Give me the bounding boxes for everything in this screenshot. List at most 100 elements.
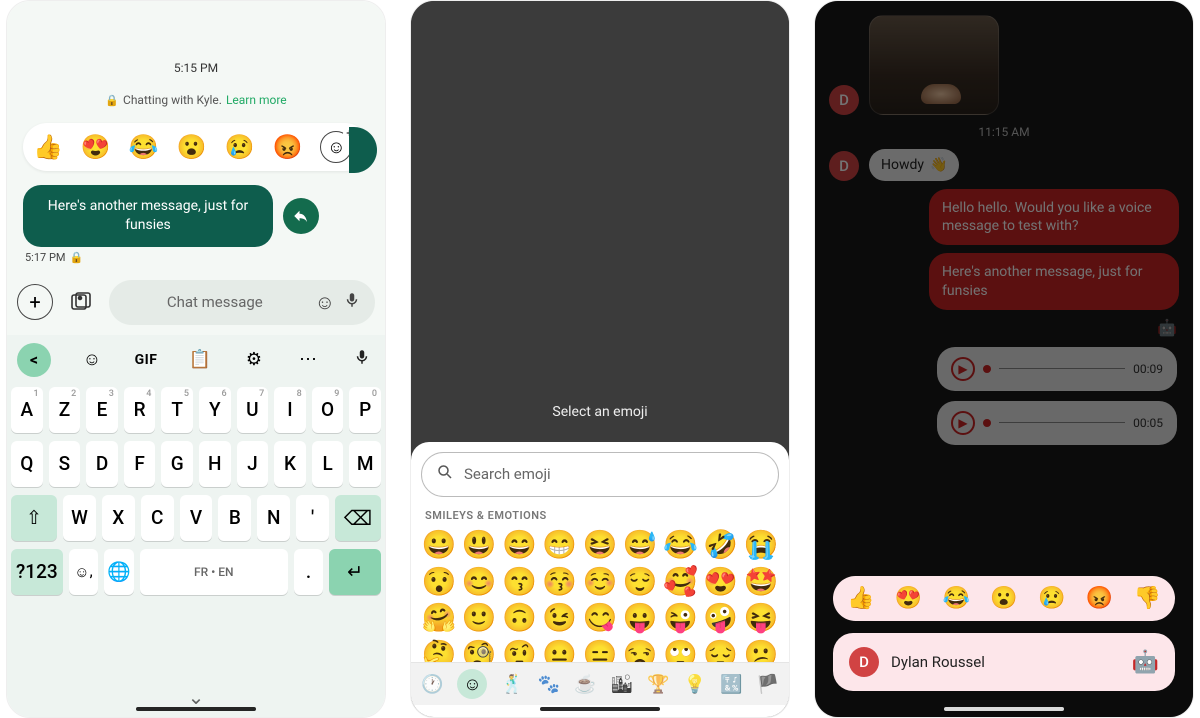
reaction-wow[interactable]: 😮 xyxy=(177,133,207,161)
photo-message[interactable] xyxy=(869,15,999,115)
emoji-cell[interactable]: 🙂 xyxy=(461,603,497,634)
emoji-cell[interactable]: 😝 xyxy=(743,603,779,634)
sticker-icon[interactable]: ☺ xyxy=(79,349,105,370)
add-button[interactable]: + xyxy=(17,284,53,320)
key-V[interactable]: V xyxy=(180,495,213,541)
nature-tab[interactable]: 🐾 xyxy=(538,674,560,695)
incoming-bubble[interactable]: Howdy 👋 xyxy=(869,149,959,181)
more-icon[interactable]: ⋯ xyxy=(295,349,321,370)
emoji-cell[interactable]: 😀 xyxy=(421,530,457,561)
emoji-cell[interactable]: 😛 xyxy=(622,603,658,634)
period-key[interactable]: . xyxy=(294,549,324,595)
smileys-tab[interactable]: ☺ xyxy=(457,669,487,699)
keyboard-back-button[interactable]: < xyxy=(17,343,51,377)
reaction-sad[interactable]: 😢 xyxy=(1038,586,1065,611)
voice-input-icon[interactable] xyxy=(349,348,375,371)
key-A[interactable]: A1 xyxy=(11,387,43,433)
chevron-down-icon[interactable]: ⌄ xyxy=(188,685,205,709)
play-button[interactable]: ▶ xyxy=(951,357,975,381)
key-D[interactable]: D xyxy=(86,441,118,487)
emoji-cell[interactable]: 😋 xyxy=(582,603,618,634)
key-E[interactable]: E3 xyxy=(86,387,118,433)
emoji-cell[interactable]: 🥰 xyxy=(662,567,698,598)
emoji-cell[interactable]: 🤪 xyxy=(703,603,739,634)
key-I[interactable]: I8 xyxy=(274,387,306,433)
food-tab[interactable]: ☕ xyxy=(574,674,596,695)
key-B[interactable]: B xyxy=(218,495,251,541)
key-T[interactable]: T5 xyxy=(161,387,193,433)
emoji-cell[interactable]: 😄 xyxy=(501,530,537,561)
key-H[interactable]: H xyxy=(199,441,231,487)
compose-input[interactable]: Chat message ☺ xyxy=(109,280,375,325)
key-U[interactable]: U7 xyxy=(237,387,269,433)
emoji-cell[interactable]: 🤗 xyxy=(421,603,457,634)
numeric-key[interactable]: ?123 xyxy=(11,549,63,595)
emoji-cell[interactable]: 😆 xyxy=(582,530,618,561)
outgoing-bubble[interactable]: Here's another message, just for funsies xyxy=(929,253,1179,309)
home-indicator[interactable] xyxy=(136,707,256,711)
key-G[interactable]: G xyxy=(161,441,193,487)
reaction-sad[interactable]: 😢 xyxy=(225,133,255,161)
flags-tab[interactable]: 🏴 xyxy=(757,674,779,695)
travel-tab[interactable]: 🏙 xyxy=(611,674,634,695)
avatar[interactable]: D xyxy=(829,85,859,115)
symbols-tab[interactable]: 🔣 xyxy=(720,674,742,695)
emoji-cell[interactable]: 😚 xyxy=(542,567,578,598)
home-indicator[interactable] xyxy=(540,707,660,711)
gif-button[interactable]: GIF xyxy=(133,352,159,368)
emoji-cell[interactable]: 😌 xyxy=(622,567,658,598)
reaction-laugh[interactable]: 😂 xyxy=(129,133,159,161)
key-R[interactable]: R4 xyxy=(124,387,156,433)
voice-bubble[interactable]: ▶ 00:09 xyxy=(937,347,1177,391)
emoji-cell[interactable]: 😍 xyxy=(703,567,739,598)
emoji-cell[interactable]: 😊 xyxy=(461,567,497,598)
outgoing-bubble[interactable]: Hello hello. Would you like a voice mess… xyxy=(929,189,1179,245)
avatar[interactable]: D xyxy=(829,151,859,181)
emoji-cell[interactable]: 😜 xyxy=(662,603,698,634)
clipboard-icon[interactable]: 📋 xyxy=(187,349,213,370)
emoji-cell[interactable]: 🙃 xyxy=(501,603,537,634)
settings-icon[interactable]: ⚙ xyxy=(241,349,267,370)
emoji-cell[interactable]: 😭 xyxy=(743,530,779,561)
emoji-search-input[interactable]: Search emoji xyxy=(421,452,779,497)
emoji-cell[interactable]: 😯 xyxy=(421,567,457,598)
voice-bubble[interactable]: ▶ 00:05 xyxy=(937,401,1177,445)
add-reaction-button[interactable]: ☺ xyxy=(320,131,352,163)
gallery-button[interactable] xyxy=(63,284,99,320)
reaction-heart-eyes[interactable]: 😍 xyxy=(81,133,111,161)
home-indicator[interactable] xyxy=(944,707,1064,711)
backspace-key[interactable]: ⌫ xyxy=(335,495,381,541)
key-K[interactable]: K xyxy=(274,441,306,487)
emoji-cell[interactable]: 😙 xyxy=(501,567,537,598)
key-L[interactable]: L xyxy=(312,441,344,487)
key-O[interactable]: O9 xyxy=(312,387,344,433)
key-Z[interactable]: Z2 xyxy=(49,387,81,433)
shift-key[interactable]: ⇧ xyxy=(11,495,57,541)
person-card[interactable]: D Dylan Roussel 🤖 xyxy=(833,633,1175,691)
reaction-angry[interactable]: 😡 xyxy=(272,133,302,161)
recent-tab[interactable]: 🕐 xyxy=(421,674,443,695)
language-key[interactable]: 🌐 xyxy=(104,549,134,595)
reaction-thumbs-up[interactable]: 👍 xyxy=(847,586,874,611)
key-M[interactable]: M xyxy=(349,441,381,487)
reply-button[interactable] xyxy=(283,198,319,234)
activity-tab[interactable]: 🏆 xyxy=(647,674,669,695)
objects-tab[interactable]: 💡 xyxy=(684,674,706,695)
learn-more-link[interactable]: Learn more xyxy=(226,93,287,107)
message-bubble[interactable]: Here's another message, just for funsies xyxy=(23,185,273,247)
reaction-wow[interactable]: 😮 xyxy=(990,586,1017,611)
key-C[interactable]: C xyxy=(141,495,174,541)
key-apostrophe[interactable]: ' xyxy=(296,495,329,541)
reaction-thumbs-up[interactable]: 👍 xyxy=(33,133,63,161)
space-key[interactable]: FR • EN xyxy=(140,549,288,595)
key-F[interactable]: F xyxy=(124,441,156,487)
people-tab[interactable]: 🕺 xyxy=(501,674,523,695)
key-Q[interactable]: Q xyxy=(11,441,43,487)
emoji-cell[interactable]: 😂 xyxy=(662,530,698,561)
key-J[interactable]: J xyxy=(237,441,269,487)
emoji-cell[interactable]: 🤩 xyxy=(743,567,779,598)
mic-icon[interactable] xyxy=(343,290,361,314)
reaction-thumbs-down[interactable]: 👎 xyxy=(1134,586,1161,611)
key-W[interactable]: W xyxy=(63,495,96,541)
reaction-laugh[interactable]: 😂 xyxy=(943,586,970,611)
